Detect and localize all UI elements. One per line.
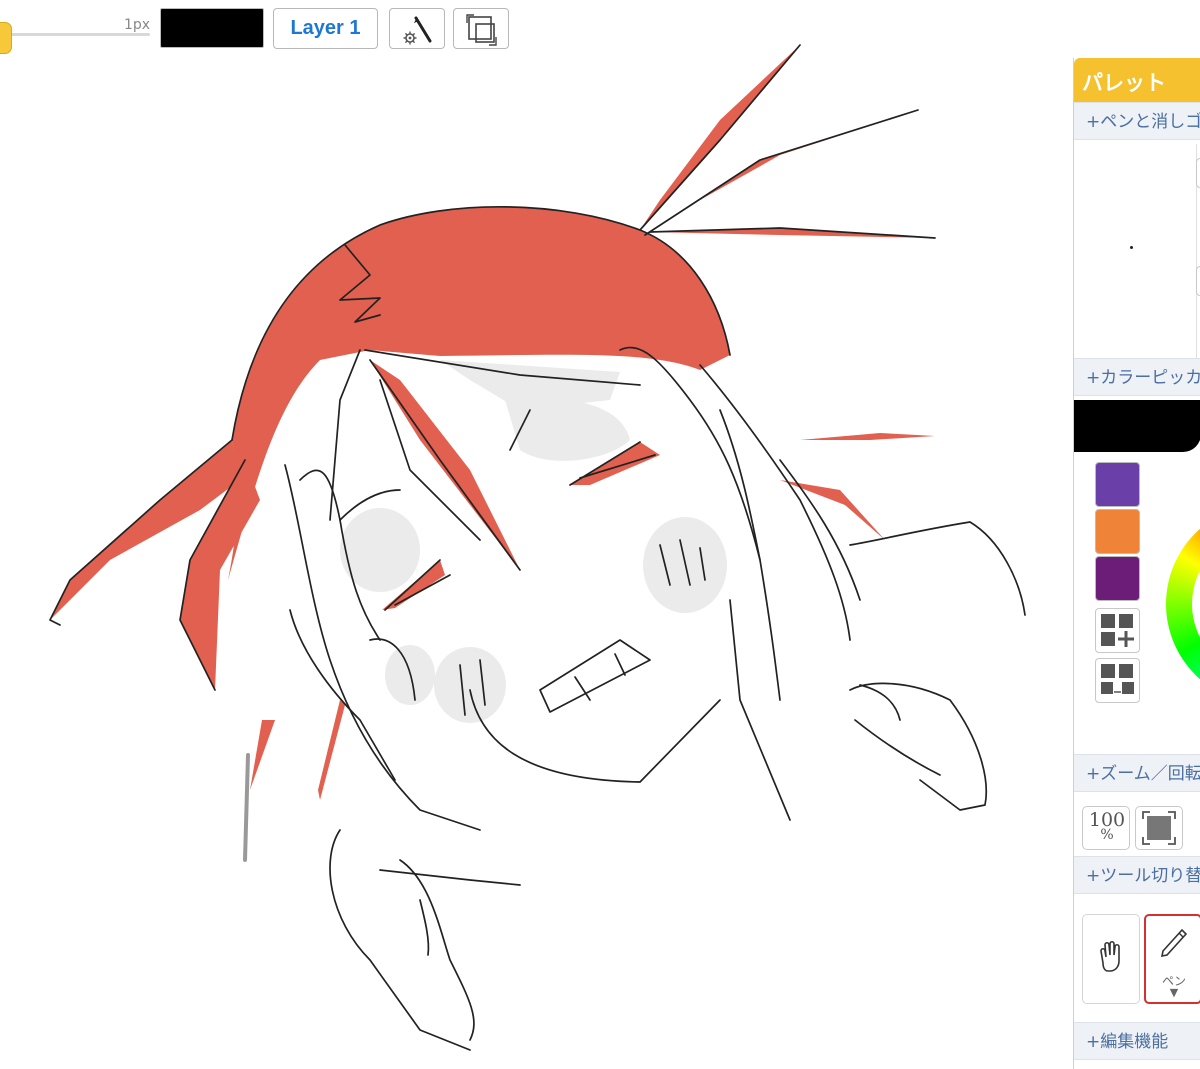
section-edit[interactable]: +編集機能: [1074, 1022, 1200, 1060]
drawing-app: 1px Layer 1 パレット +ペンと消しゴ +カラーピッカ +ズーム／回転…: [0, 0, 1200, 1069]
line-art: [49, 44, 1026, 1051]
pen-icon: [1160, 928, 1188, 958]
fit-screen-button[interactable]: [1135, 806, 1183, 850]
eraser-size-control[interactable]: [1196, 266, 1200, 296]
face-shading: [340, 360, 727, 723]
drawing-canvas[interactable]: [0, 40, 1060, 1069]
section-tool-switch[interactable]: +ツール切り替: [1074, 856, 1200, 894]
section-color-picker[interactable]: +カラーピッカ: [1074, 358, 1200, 396]
canvas-artwork: [49, 44, 1026, 1051]
color-wheel[interactable]: [1166, 504, 1200, 704]
pen-size-control[interactable]: [1196, 158, 1200, 188]
palette-title: パレット: [1082, 71, 1166, 95]
zoom-unit: %: [1100, 827, 1114, 843]
brush-size-track[interactable]: [0, 33, 150, 36]
palette-header[interactable]: パレット: [1074, 58, 1200, 102]
current-color-bar[interactable]: [1074, 400, 1200, 452]
section-pen-eraser[interactable]: +ペンと消しゴ: [1074, 102, 1200, 140]
swatch-orange[interactable]: [1095, 509, 1140, 554]
section-zoom-rotate[interactable]: +ズーム／回転: [1074, 754, 1200, 792]
zoom-100-button[interactable]: 100 %: [1082, 806, 1130, 850]
brush-dot: [1130, 246, 1133, 249]
brush-size-label: 1px: [124, 17, 151, 33]
fit-screen-icon: [1142, 811, 1176, 845]
swatch-purple[interactable]: [1095, 462, 1140, 507]
add-swatch-icon: [1101, 614, 1134, 647]
brush-preview: [1074, 144, 1197, 358]
swap-swatch-icon: [1101, 664, 1134, 694]
swap-swatch-button[interactable]: [1095, 658, 1140, 703]
hand-tool-button[interactable]: [1082, 914, 1140, 1004]
hand-icon: [1100, 940, 1120, 972]
pen-tool-button[interactable]: ペン ▼: [1144, 914, 1200, 1004]
pen-dropdown-arrow[interactable]: ▼: [1146, 986, 1200, 999]
add-swatch-button[interactable]: [1095, 608, 1140, 653]
palette-panel: パレット +ペンと消しゴ +カラーピッカ +ズーム／回転 100 % +ツール切…: [1073, 58, 1200, 1069]
swatch-dark-purple[interactable]: [1095, 556, 1140, 601]
